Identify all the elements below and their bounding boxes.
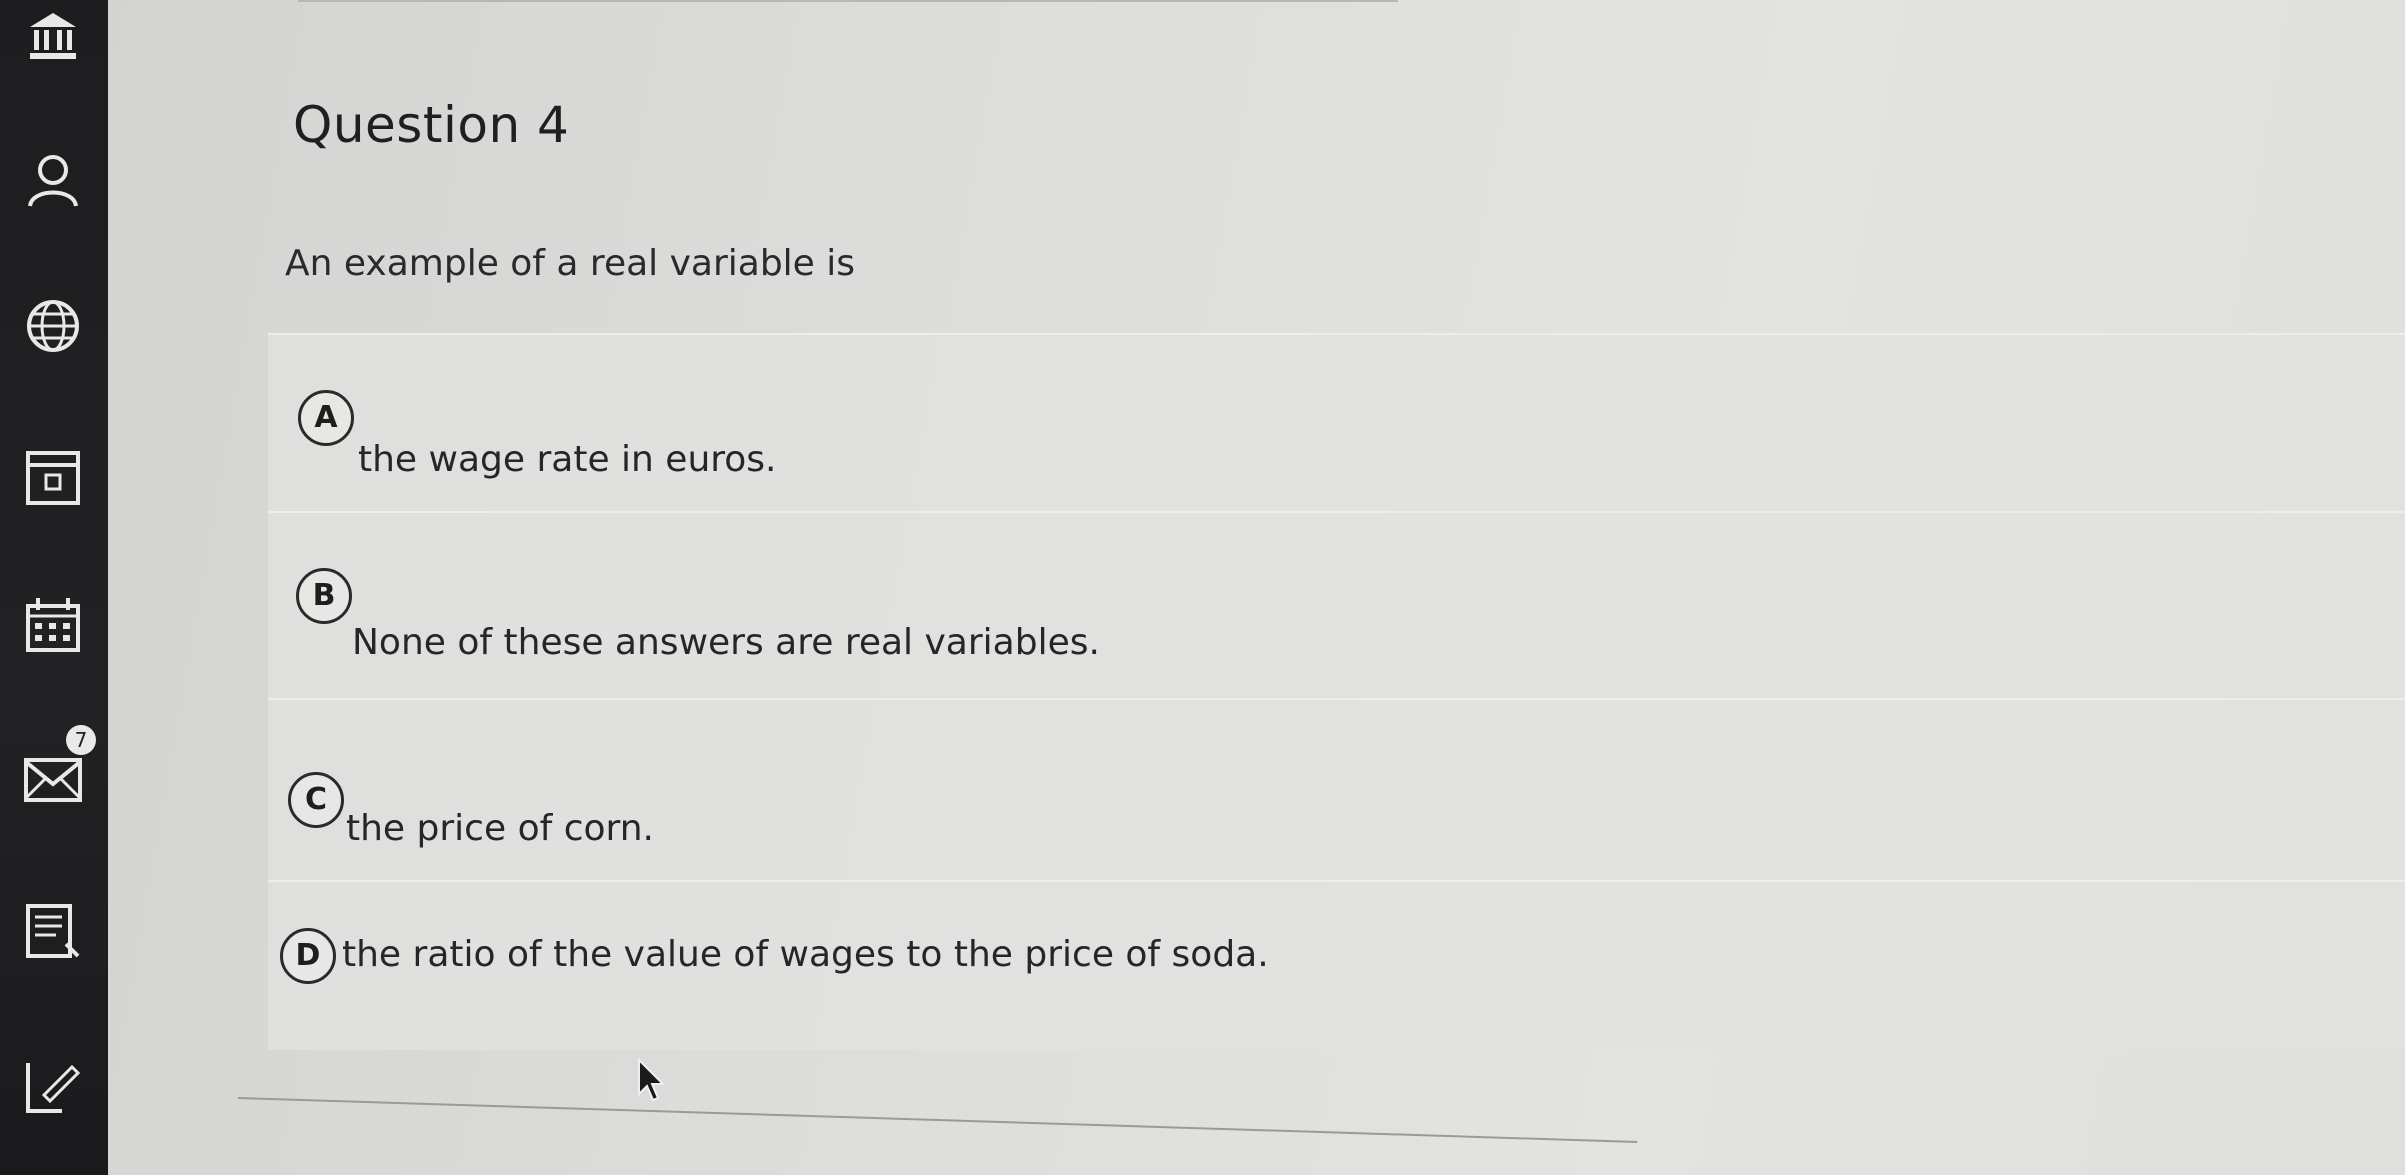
bottom-divider [237,1097,1638,1143]
choice-letter-d: D [280,928,336,984]
choice-text-d: the ratio of the value of wages to the p… [342,934,1269,975]
calendar-icon[interactable] [22,594,84,656]
choice-text-c: the price of corn. [346,808,654,849]
history-icon[interactable] [22,900,84,962]
answer-choice-a[interactable]: A the wage rate in euros. [268,333,2405,511]
mouse-cursor-icon [637,1058,665,1104]
quiz-content: Question 4 An example of a real variable… [108,0,2405,1175]
dashboard-icon[interactable] [22,447,84,509]
choice-text-a: the wage rate in euros. [358,439,777,480]
question-prompt: An example of a real variable is [285,243,856,284]
globe-icon[interactable] [22,295,84,357]
inbox-icon[interactable] [22,750,84,812]
answer-choice-b[interactable]: B None of these answers are real variabl… [268,511,2405,698]
answer-choice-d[interactable]: D the ratio of the value of wages to the… [268,880,2405,1050]
answer-choice-c[interactable]: C the price of corn. [268,698,2405,880]
question-title: Question 4 [293,96,570,154]
inbox-unread-badge: 7 [66,725,96,755]
top-divider [298,0,1398,2]
choice-letter-a: A [298,390,354,446]
choice-letter-b: B [296,568,352,624]
choice-letter-c: C [288,772,344,828]
help-icon[interactable] [22,1055,84,1117]
account-icon[interactable] [22,150,84,212]
global-nav-sidebar: 7 [0,0,108,1175]
choice-text-b: None of these answers are real variables… [352,622,1100,663]
institution-icon[interactable] [22,5,84,67]
